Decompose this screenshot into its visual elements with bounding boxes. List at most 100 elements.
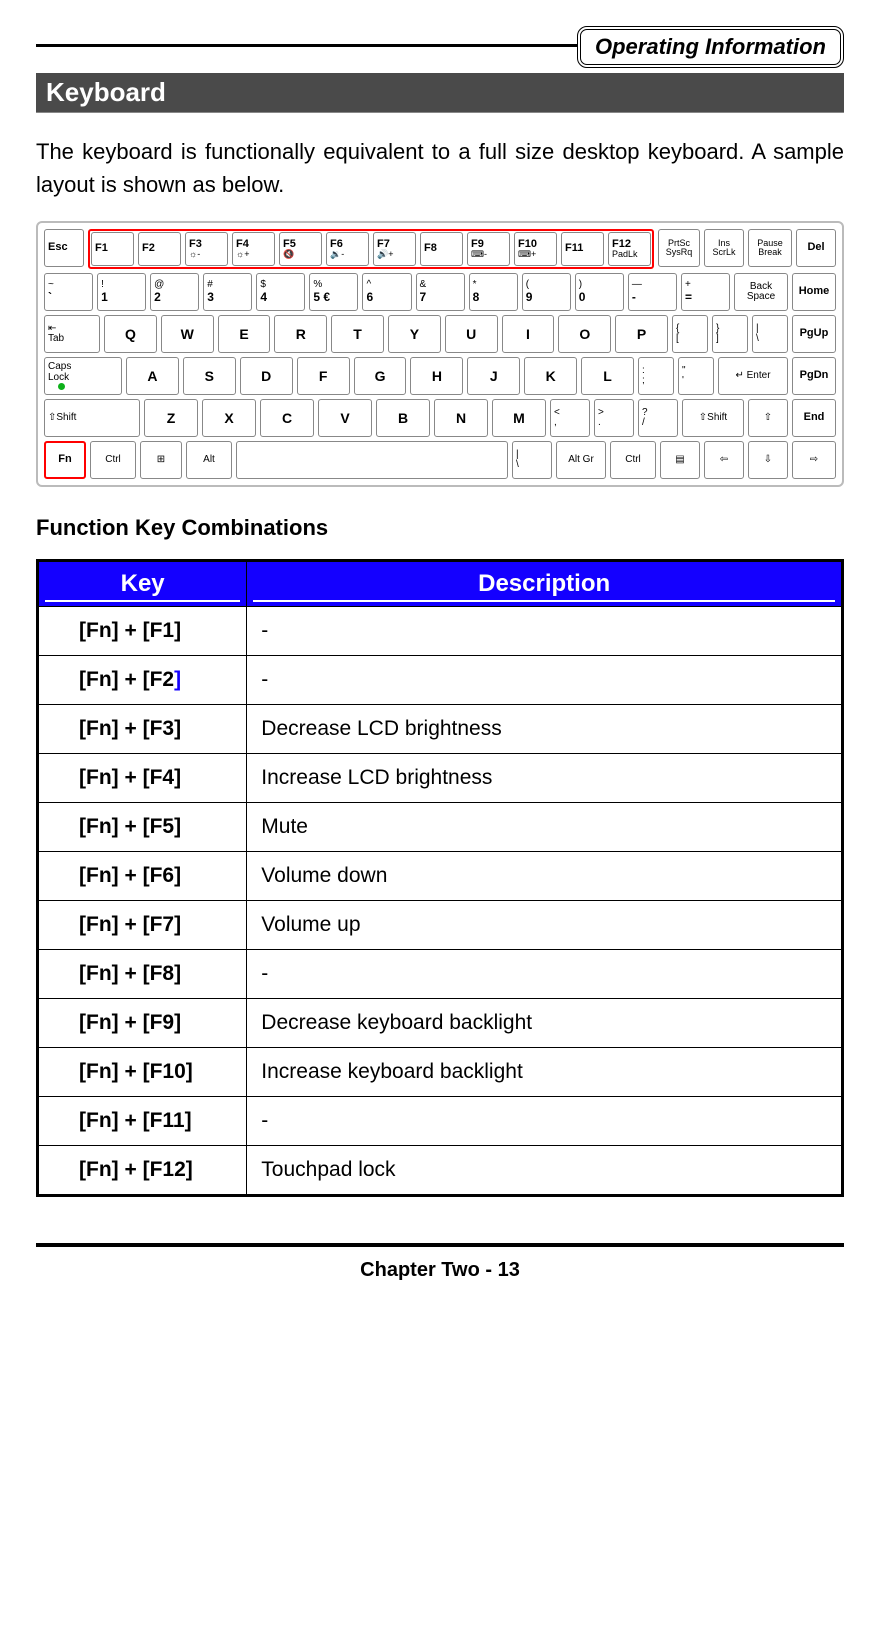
key-f6: F6🔉-: [326, 232, 369, 266]
key-g: G: [354, 357, 407, 395]
footer-rule: [36, 1243, 844, 1247]
key-p: P: [615, 315, 668, 353]
table-row: [Fn] + [F1]-: [38, 607, 843, 656]
key-punc: ?/: [638, 399, 678, 437]
key-prtsc: PrtSc SysRq: [658, 229, 700, 267]
key-5: %5 €: [309, 273, 358, 311]
key-menu: ▤: [660, 441, 700, 479]
table-cell-key: [Fn] + [F6]: [38, 852, 247, 901]
key-f9: F9⌨-: [467, 232, 510, 266]
subheading: Function Key Combinations: [36, 515, 844, 541]
key-tab: ⇤Tab: [44, 315, 100, 353]
key-ctrl-left: Ctrl: [90, 441, 136, 479]
key-fn: Fn: [44, 441, 86, 479]
footer-text: Chapter Two - 13: [36, 1259, 844, 1282]
key-f2: F2: [138, 232, 181, 266]
key-punc: :;: [638, 357, 674, 395]
table-cell-key: [Fn] + [F4]: [38, 754, 247, 803]
key-home: Home: [792, 273, 836, 311]
key-3: #3: [203, 273, 252, 311]
key-backslash: |\: [512, 441, 552, 479]
key-shift-right: ⇧Shift: [682, 399, 744, 437]
key-punc: "': [678, 357, 714, 395]
key-bracket: {[: [672, 315, 708, 353]
key-end: End: [792, 399, 836, 437]
key-altgr: Alt Gr: [556, 441, 606, 479]
table-cell-key: [Fn] + [F12]: [38, 1146, 247, 1196]
key-x: X: [202, 399, 256, 437]
key-arrow-up: ⇧: [748, 399, 788, 437]
key-backspace: BackSpace: [734, 273, 788, 311]
key-del: Del: [796, 229, 836, 267]
key-f4: F4☼+: [232, 232, 275, 266]
key-l: L: [581, 357, 634, 395]
table-cell-key: [Fn] + [F10]: [38, 1048, 247, 1097]
key-space: [236, 441, 508, 479]
key-pause: Pause Break: [748, 229, 792, 267]
key-esc: Esc: [44, 229, 84, 267]
key-punc: <,: [550, 399, 590, 437]
header-badge: Operating Information: [577, 26, 844, 68]
table-row: [Fn] + [F9]Decrease keyboard backlight: [38, 999, 843, 1048]
key-ctrl-right: Ctrl: [610, 441, 656, 479]
key-punc: >.: [594, 399, 634, 437]
key-=: +=: [681, 273, 730, 311]
table-cell-key: [Fn] + [F3]: [38, 705, 247, 754]
table-row: [Fn] + [F12]Touchpad lock: [38, 1146, 843, 1196]
key-9: (9: [522, 273, 571, 311]
key-y: Y: [388, 315, 441, 353]
key-6: ^6: [362, 273, 411, 311]
table-cell-desc: Mute: [247, 803, 843, 852]
key-h: H: [410, 357, 463, 395]
table-cell-desc: Touchpad lock: [247, 1146, 843, 1196]
table-cell-desc: Volume down: [247, 852, 843, 901]
table-row: [Fn] + [F10]Increase keyboard backlight: [38, 1048, 843, 1097]
table-row: [Fn] + [F2]-: [38, 656, 843, 705]
table-row: [Fn] + [F8]-: [38, 950, 843, 999]
key-f: F: [297, 357, 350, 395]
table-cell-desc: Decrease keyboard backlight: [247, 999, 843, 1048]
table-cell-desc: Increase keyboard backlight: [247, 1048, 843, 1097]
table-cell-key: [Fn] + [F1]: [38, 607, 247, 656]
key-2: @2: [150, 273, 199, 311]
table-cell-desc: -: [247, 656, 843, 705]
key-f1: F1: [91, 232, 134, 266]
key-pgdn: PgDn: [792, 357, 836, 395]
key-v: V: [318, 399, 372, 437]
keyboard-row-5: FnCtrl⊞Alt|\Alt GrCtrl▤⇦⇩⇨: [44, 441, 836, 479]
key-n: N: [434, 399, 488, 437]
key-0: )0: [575, 273, 624, 311]
key-s: S: [183, 357, 236, 395]
key-alt-left: Alt: [186, 441, 232, 479]
table-cell-desc: -: [247, 1097, 843, 1146]
function-key-table: Key Description [Fn] + [F1]-[Fn] + [F2]-…: [36, 559, 844, 1197]
key-f11: F11: [561, 232, 604, 266]
table-cell-key: [Fn] + [F8]: [38, 950, 247, 999]
key-shift-left: ⇧Shift: [44, 399, 140, 437]
table-cell-desc: Increase LCD brightness: [247, 754, 843, 803]
key-a: A: [126, 357, 179, 395]
key--: —-: [628, 273, 677, 311]
key-r: R: [274, 315, 327, 353]
table-cell-desc: Volume up: [247, 901, 843, 950]
keyboard-row-3: CapsLockASDFGHJKL:;"'↵ EnterPgDn: [44, 357, 836, 395]
table-header-desc: Description: [247, 561, 843, 607]
table-row: [Fn] + [F7]Volume up: [38, 901, 843, 950]
section-title: Keyboard: [36, 73, 844, 113]
key-arrow-left: ⇦: [704, 441, 744, 479]
key-7: &7: [416, 273, 465, 311]
key-f10: F10⌨+: [514, 232, 557, 266]
table-cell-key: [Fn] + [F7]: [38, 901, 247, 950]
key-4: $4: [256, 273, 305, 311]
key-o: O: [558, 315, 611, 353]
key-j: J: [467, 357, 520, 395]
keyboard-row-0: Esc F1F2F3☼-F4☼+F5🔇F6🔉-F7🔊+F8F9⌨-F10⌨+F1…: [44, 229, 836, 269]
key-u: U: [445, 315, 498, 353]
key-k: K: [524, 357, 577, 395]
keyboard-row-1: ~`!1@2#3$4%5 €^6&7*8(9)0—-+=BackSpaceHom…: [44, 273, 836, 311]
keyboard-row-4: ⇧ShiftZXCVBNM<,>.?/⇧Shift⇧End: [44, 399, 836, 437]
table-row: [Fn] + [F6]Volume down: [38, 852, 843, 901]
key-c: C: [260, 399, 314, 437]
keyboard-row-2: ⇤TabQWERTYUIOP{[}]|\PgUp: [44, 315, 836, 353]
key-f3: F3☼-: [185, 232, 228, 266]
